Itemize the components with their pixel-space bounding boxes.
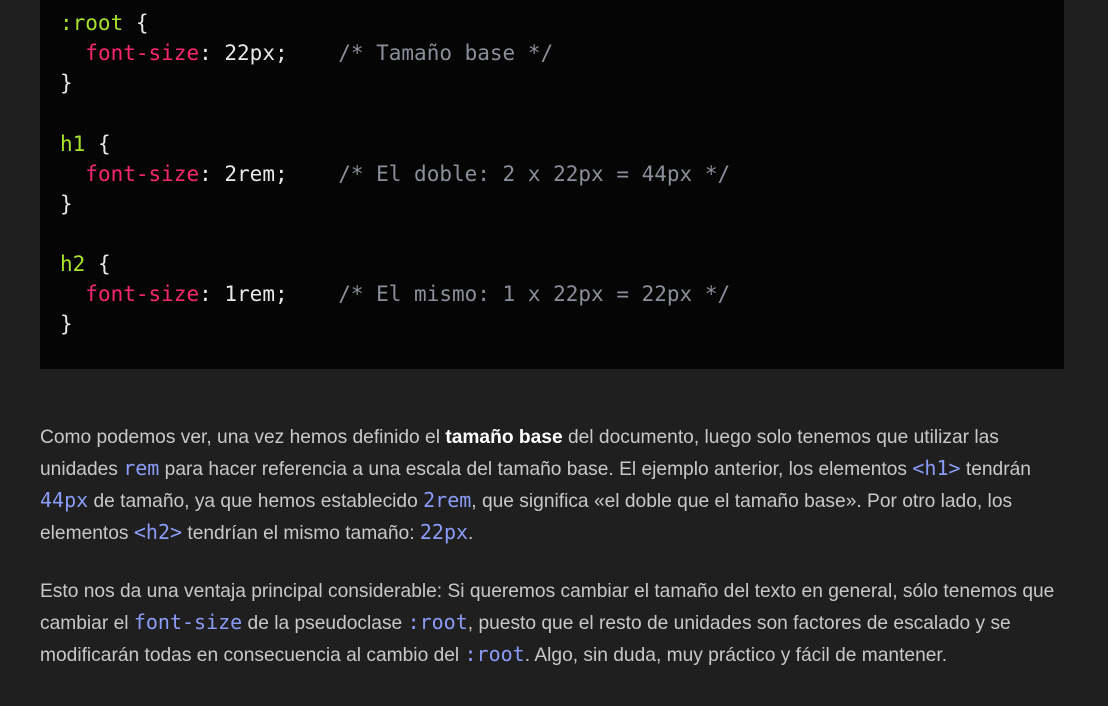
css-selector: h2 (60, 252, 86, 276)
inline-code: <h2> (133, 520, 183, 544)
text-run: Como podemos ver, una vez hemos definido… (40, 427, 446, 448)
css-colon: : (199, 162, 225, 186)
code-line-h2-open: h2 { (60, 249, 111, 279)
text-run: para hacer referencia a una escala del t… (159, 459, 913, 480)
inline-code: rem (123, 456, 160, 480)
paragraph-rem-explanation: Como podemos ver, una vez hemos definido… (40, 423, 1070, 549)
css-selector: :root (60, 11, 124, 35)
css-colon: : (199, 41, 225, 65)
inline-code: font-size (133, 610, 243, 634)
code-line-h1-decl: font-size: 2rem; /* El doble: 2 x 22px =… (60, 159, 730, 189)
code-line-h2-decl: font-size: 1rem; /* El mismo: 1 x 22px =… (60, 279, 730, 309)
code-gap (288, 282, 339, 306)
inline-code: 22px (419, 520, 469, 544)
inline-code: 44px (40, 488, 89, 512)
code-line-h1-close: } (60, 189, 73, 219)
css-property: font-size (85, 41, 200, 65)
text-run: de tamaño, ya que hemos establecido (88, 491, 424, 512)
css-brace: } (60, 192, 73, 216)
code-block: :root { font-size: 22px; /* Tamaño base … (40, 0, 1064, 369)
inline-code: :root (464, 642, 525, 666)
css-brace: { (123, 11, 149, 35)
css-value: 2rem; (224, 162, 288, 186)
text-run: de la pseudoclase (242, 613, 408, 634)
code-line-root-decl: font-size: 22px; /* Tamaño base */ (60, 38, 553, 68)
code-line-h1-open: h1 { (60, 129, 111, 159)
paragraph-advantage: Esto nos da una ventaja principal consid… (40, 577, 1070, 671)
css-brace: { (85, 252, 111, 276)
css-comment: /* Tamaño base */ (338, 41, 554, 65)
code-line-root-open: :root { (60, 8, 149, 38)
inline-code: <h1> (912, 456, 961, 480)
css-value: 1rem; (224, 282, 288, 306)
css-property: font-size (85, 162, 200, 186)
css-comment: /* El mismo: 1 x 22px = 22px */ (338, 282, 731, 306)
css-brace: } (60, 312, 73, 336)
text-run: . (468, 523, 474, 544)
bold-term: tamaño base (445, 427, 563, 448)
code-gap (288, 41, 339, 65)
text-run: tendrán (960, 459, 1031, 480)
inline-code: 2rem (423, 488, 472, 512)
text-run: tendrían el mismo tamaño: (182, 523, 420, 544)
css-colon: : (199, 282, 225, 306)
code-gap (288, 162, 339, 186)
css-value: 22px; (224, 41, 288, 65)
css-comment: /* El doble: 2 x 22px = 44px */ (338, 162, 731, 186)
css-selector: h1 (60, 132, 86, 156)
code-line-h2-close: } (60, 309, 73, 339)
css-brace: { (85, 132, 111, 156)
text-run: . Algo, sin duda, muy práctico y fácil d… (524, 645, 948, 666)
css-property: font-size (85, 282, 200, 306)
code-line-root-close: } (60, 68, 73, 98)
css-brace: } (60, 71, 73, 95)
inline-code: :root (407, 610, 468, 634)
